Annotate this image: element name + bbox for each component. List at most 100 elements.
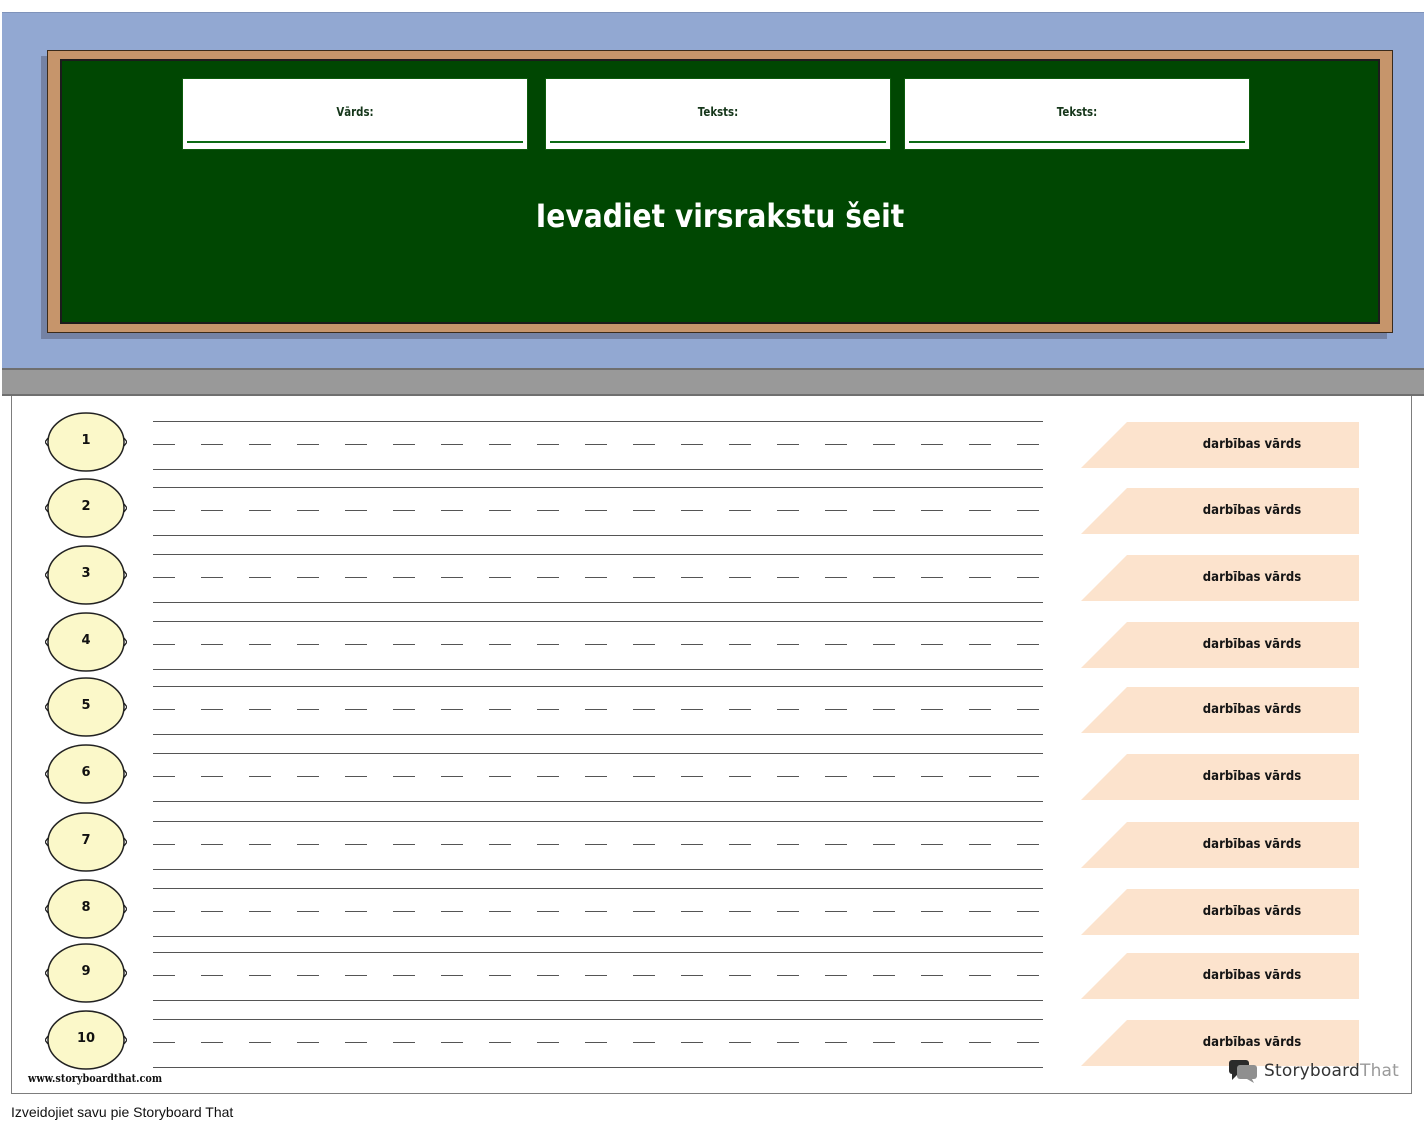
chalkboard-frame: Vārds: Teksts: Teksts: Ievadiet virsraks… (47, 50, 1393, 333)
logo-word-that: That (1360, 1061, 1400, 1081)
handwriting-lines[interactable] (153, 675, 1043, 741)
worksheet-row: 9 darbības vārds (12, 941, 1413, 1007)
verb-tag[interactable]: darbības vārds (1081, 555, 1359, 601)
site-url: www.storyboardthat.com (28, 1072, 163, 1085)
verb-label: darbības vārds (1202, 637, 1302, 652)
worksheet-row: 4 darbības vārds (12, 610, 1413, 676)
handwriting-lines[interactable] (153, 476, 1043, 542)
verb-label: darbības vārds (1202, 769, 1302, 784)
top-line (153, 421, 1043, 422)
row-number: 7 (81, 833, 91, 848)
verb-tag[interactable]: darbības vārds (1081, 822, 1359, 868)
logo-wordmark: StoryboardThat (1264, 1061, 1399, 1081)
worksheet-row: 3 darbības vārds (12, 543, 1413, 609)
verb-tag[interactable]: darbības vārds (1081, 889, 1359, 935)
dashed-midline (153, 577, 1043, 578)
chalkboard: Vārds: Teksts: Teksts: Ievadiet virsraks… (60, 59, 1380, 324)
handwriting-lines[interactable] (153, 941, 1043, 1007)
base-line (153, 602, 1043, 603)
row-number: 1 (81, 433, 91, 448)
text-field-line-1 (550, 141, 886, 143)
row-number: 9 (81, 964, 91, 979)
base-line (153, 535, 1043, 536)
worksheet-row: 8 darbības vārds (12, 877, 1413, 943)
worksheet-row: 2 darbības vārds (12, 476, 1413, 542)
top-line (153, 686, 1043, 687)
handwriting-lines[interactable] (153, 543, 1043, 609)
top-line (153, 952, 1043, 953)
dashed-midline (153, 709, 1043, 710)
number-badge: 6 (45, 743, 127, 805)
verb-label: darbības vārds (1202, 904, 1302, 919)
verb-tag[interactable]: darbības vārds (1081, 622, 1359, 668)
top-line (153, 554, 1043, 555)
row-number: 5 (81, 698, 91, 713)
row-number: 8 (81, 900, 91, 915)
text-field-box-1[interactable]: Teksts: (545, 78, 891, 150)
dashed-midline (153, 776, 1043, 777)
number-badge: 9 (45, 942, 127, 1004)
top-line (153, 888, 1043, 889)
verb-label: darbības vārds (1202, 702, 1302, 717)
row-number: 3 (81, 566, 91, 581)
text-field-label-2: Teksts: (1056, 105, 1098, 119)
dashed-midline (153, 510, 1043, 511)
row-number: 2 (81, 499, 91, 514)
text-field-box-2[interactable]: Teksts: (904, 78, 1250, 150)
top-line (153, 621, 1043, 622)
handwriting-lines[interactable] (153, 877, 1043, 943)
base-line (153, 669, 1043, 670)
classroom-wall: Vārds: Teksts: Teksts: Ievadiet virsraks… (2, 12, 1424, 369)
verb-tag[interactable]: darbības vārds (1081, 754, 1359, 800)
number-badge: 3 (45, 544, 127, 606)
worksheet-row: 10 darbības vārds (12, 1008, 1413, 1074)
row-number: 4 (81, 633, 91, 648)
verb-label: darbības vārds (1202, 437, 1302, 452)
handwriting-lines[interactable] (153, 742, 1043, 808)
number-badge: 10 (45, 1009, 127, 1071)
verb-tag[interactable]: darbības vārds (1081, 687, 1359, 733)
name-field-label: Vārds: (336, 105, 374, 119)
top-line (153, 753, 1043, 754)
base-line (153, 734, 1043, 735)
handwriting-lines[interactable] (153, 410, 1043, 476)
row-number: 6 (81, 765, 91, 780)
number-badge: 8 (45, 878, 127, 940)
dashed-midline (153, 911, 1043, 912)
base-line (153, 801, 1043, 802)
handwriting-lines[interactable] (153, 810, 1043, 876)
base-line (153, 869, 1043, 870)
logo-word-storyboard: Storyboard (1264, 1061, 1360, 1081)
number-badge: 1 (45, 411, 127, 473)
verb-tag[interactable]: darbības vārds (1081, 953, 1359, 999)
number-badge: 5 (45, 676, 127, 738)
worksheet-row: 5 darbības vārds (12, 675, 1413, 741)
dashed-midline (153, 644, 1043, 645)
row-number: 10 (76, 1031, 96, 1046)
verb-label: darbības vārds (1202, 570, 1302, 585)
handwriting-lines[interactable] (153, 1008, 1043, 1074)
name-field-box[interactable]: Vārds: (182, 78, 528, 150)
verb-label: darbības vārds (1202, 837, 1302, 852)
footer-text[interactable]: Izveidojiet savu pie Storyboard That (11, 1104, 233, 1120)
verb-tag[interactable]: darbības vārds (1081, 422, 1359, 468)
top-line (153, 487, 1043, 488)
verb-label: darbības vārds (1202, 968, 1302, 983)
text-field-label-1: Teksts: (697, 105, 739, 119)
dashed-midline (153, 1042, 1043, 1043)
number-badge: 7 (45, 811, 127, 873)
speech-bubble-icon (1228, 1059, 1258, 1083)
worksheet-title[interactable]: Ievadiet virsrakstu šeit (141, 197, 1299, 235)
base-line (153, 469, 1043, 470)
dashed-midline (153, 444, 1043, 445)
handwriting-lines[interactable] (153, 610, 1043, 676)
base-line (153, 936, 1043, 937)
storyboardthat-logo: StoryboardThat (1228, 1058, 1399, 1084)
number-badge: 2 (45, 477, 127, 539)
top-line (153, 821, 1043, 822)
text-field-line-2 (909, 141, 1245, 143)
worksheet-row: 6 darbības vārds (12, 742, 1413, 808)
top-line (153, 1019, 1043, 1020)
verb-tag[interactable]: darbības vārds (1081, 488, 1359, 534)
chalk-shelf (2, 368, 1424, 396)
